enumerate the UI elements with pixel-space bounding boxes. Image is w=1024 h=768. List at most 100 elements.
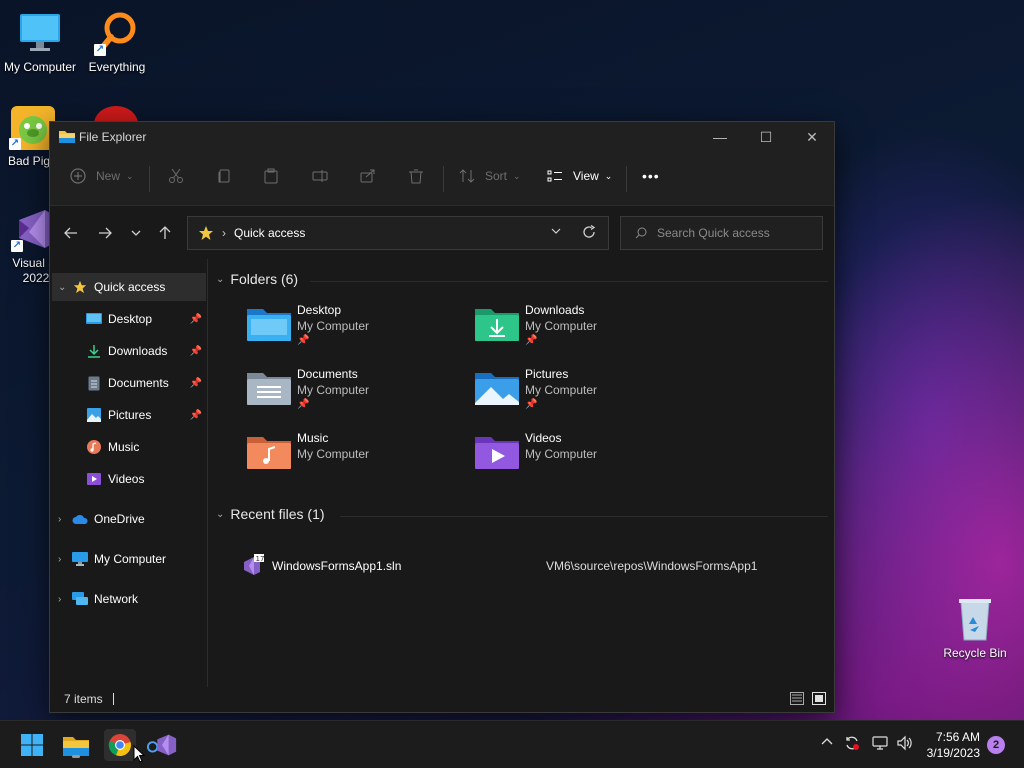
clock-date: 3/19/2023 [926,746,980,760]
folder-tile-music[interactable]: Music My Computer [247,431,467,489]
taskbar-file-explorer[interactable] [60,729,92,761]
nav-label: Downloads [108,344,168,358]
pin-icon: 📌 [525,335,538,346]
start-button[interactable] [16,729,48,761]
file-explorer-icon [63,737,89,756]
back-arrow-icon[interactable] [62,224,80,242]
group-divider [340,516,828,517]
taskbar-visual-studio[interactable] [146,729,178,761]
pin-icon[interactable]: 📌 [190,378,202,389]
view-label: View [573,169,599,183]
nav-item-pictures[interactable]: Pictures 📌 [52,401,206,429]
recent-file-path: VM6\source\repos\WindowsFormsApp1 [546,559,758,573]
scissors-icon [169,168,183,183]
sort-button[interactable]: Sort ⌄ [459,168,521,184]
close-button[interactable]: ✕ [789,122,835,152]
breadcrumb[interactable]: Quick access [234,226,305,240]
nav-item-music[interactable]: Music [52,433,206,461]
chevron-down-icon: ⌄ [126,170,134,181]
recent-files-group-title: Recent files (1) [230,506,325,522]
folder-tile-desktop[interactable]: Desktop My Computer 📌 [247,303,467,361]
expanded-chevron-icon[interactable]: ⌄ [58,282,72,293]
rename-button[interactable] [312,168,328,184]
expanded-chevron-icon[interactable]: ⌄ [216,274,224,285]
maximize-button[interactable]: ☐ [743,122,789,152]
sync-icon[interactable] [844,735,860,754]
details-view-icon[interactable] [790,692,804,705]
forward-arrow-icon[interactable] [96,224,114,242]
nav-label: Desktop [108,312,153,326]
collapsed-chevron-icon[interactable]: › [58,594,72,605]
notification-badge[interactable]: 2 [987,736,1005,754]
address-bar[interactable]: › Quick access [187,216,609,250]
folders-group-header[interactable]: ⌄ Folders (6) [216,271,298,287]
folder-tile-downloads[interactable]: Downloads My Computer 📌 [475,303,695,361]
nav-item-documents[interactable]: Documents 📌 [52,369,206,397]
clock[interactable]: 7:56 AM 3/19/2023 [927,729,980,761]
title-bar[interactable]: File Explorer — ☐ ✕ [50,122,834,152]
breadcrumb-chevron-icon: › [222,226,226,240]
document-icon [86,375,102,391]
chevron-down-icon: ⌄ [604,170,613,181]
nav-item-desktop[interactable]: Desktop 📌 [52,305,206,333]
clock-time: 7:56 AM [935,730,980,744]
folder-name: Videos [525,431,562,445]
address-dropdown-chevron-icon[interactable] [550,225,562,240]
recent-locations-chevron-icon[interactable] [127,224,145,242]
trash-icon [409,169,423,184]
refresh-icon[interactable] [582,224,596,242]
collapsed-chevron-icon[interactable]: › [58,554,72,565]
desktop-icon-my-computer[interactable]: My Computer [0,10,80,74]
desktop-icon-everything[interactable]: ↗ Everything [77,10,157,74]
collapsed-chevron-icon[interactable]: › [58,514,72,525]
plus-circle-icon [70,168,86,184]
delete-button[interactable] [408,168,424,184]
folder-location: My Computer [297,383,370,397]
view-button[interactable]: View ⌄ [547,168,612,184]
divider [626,166,627,192]
share-icon [360,169,375,183]
shortcut-arrow-icon: ↗ [9,138,21,150]
pin-icon[interactable]: 📌 [190,314,202,325]
paste-button[interactable] [263,168,279,184]
taskbar-chrome[interactable] [104,729,136,761]
nav-item-videos[interactable]: Videos [52,465,206,493]
volume-icon[interactable] [896,735,912,754]
show-hidden-icons-chevron-icon[interactable] [820,735,834,752]
nav-label: My Computer [94,552,167,566]
nav-item-network[interactable]: › Network [52,585,206,613]
desktop-icon-recycle-bin[interactable]: Recycle Bin [935,596,1015,660]
search-input[interactable]: Search Quick access [620,216,823,250]
recent-files-group-header[interactable]: ⌄ Recent files (1) [216,506,325,522]
nav-item-quick-access[interactable]: ⌄ Quick access [52,273,206,301]
minimize-button[interactable]: — [697,122,743,152]
network-icon [72,591,88,607]
folder-tile-videos[interactable]: Videos My Computer [475,431,695,489]
new-button[interactable]: New ⌄ [70,168,134,184]
nav-label: Pictures [108,408,152,422]
tiles-view-icon[interactable] [812,692,826,705]
nav-item-downloads[interactable]: Downloads 📌 [52,337,206,365]
pin-icon[interactable]: 📌 [190,410,202,421]
up-arrow-icon[interactable] [156,224,174,242]
expanded-chevron-icon[interactable]: ⌄ [216,509,224,520]
nav-item-my-computer[interactable]: › My Computer [52,545,206,573]
nav-label: Quick access [94,280,166,294]
copy-icon [218,169,230,183]
network-status-icon[interactable] [872,735,888,754]
copy-button[interactable] [216,168,232,184]
share-button[interactable] [360,168,376,184]
recent-file-row[interactable]: 17 WindowsFormsApp1.sln VM6\source\repos… [240,553,820,577]
sort-label: Sort [485,169,508,183]
pin-icon[interactable]: 📌 [190,346,202,357]
desktop-icon-label: Recycle Bin [943,646,1007,660]
folder-name: Music [297,431,329,445]
folder-tile-documents[interactable]: Documents My Computer 📌 [247,367,467,425]
folder-tile-pictures[interactable]: Pictures My Computer 📌 [475,367,695,425]
folder-location: My Computer [525,383,598,397]
view-list-icon [547,170,562,182]
nav-item-onedrive[interactable]: › OneDrive [52,505,206,533]
cut-button[interactable] [168,168,184,184]
desktop-folder-icon [247,305,291,343]
more-options-button[interactable]: ••• [642,168,660,184]
